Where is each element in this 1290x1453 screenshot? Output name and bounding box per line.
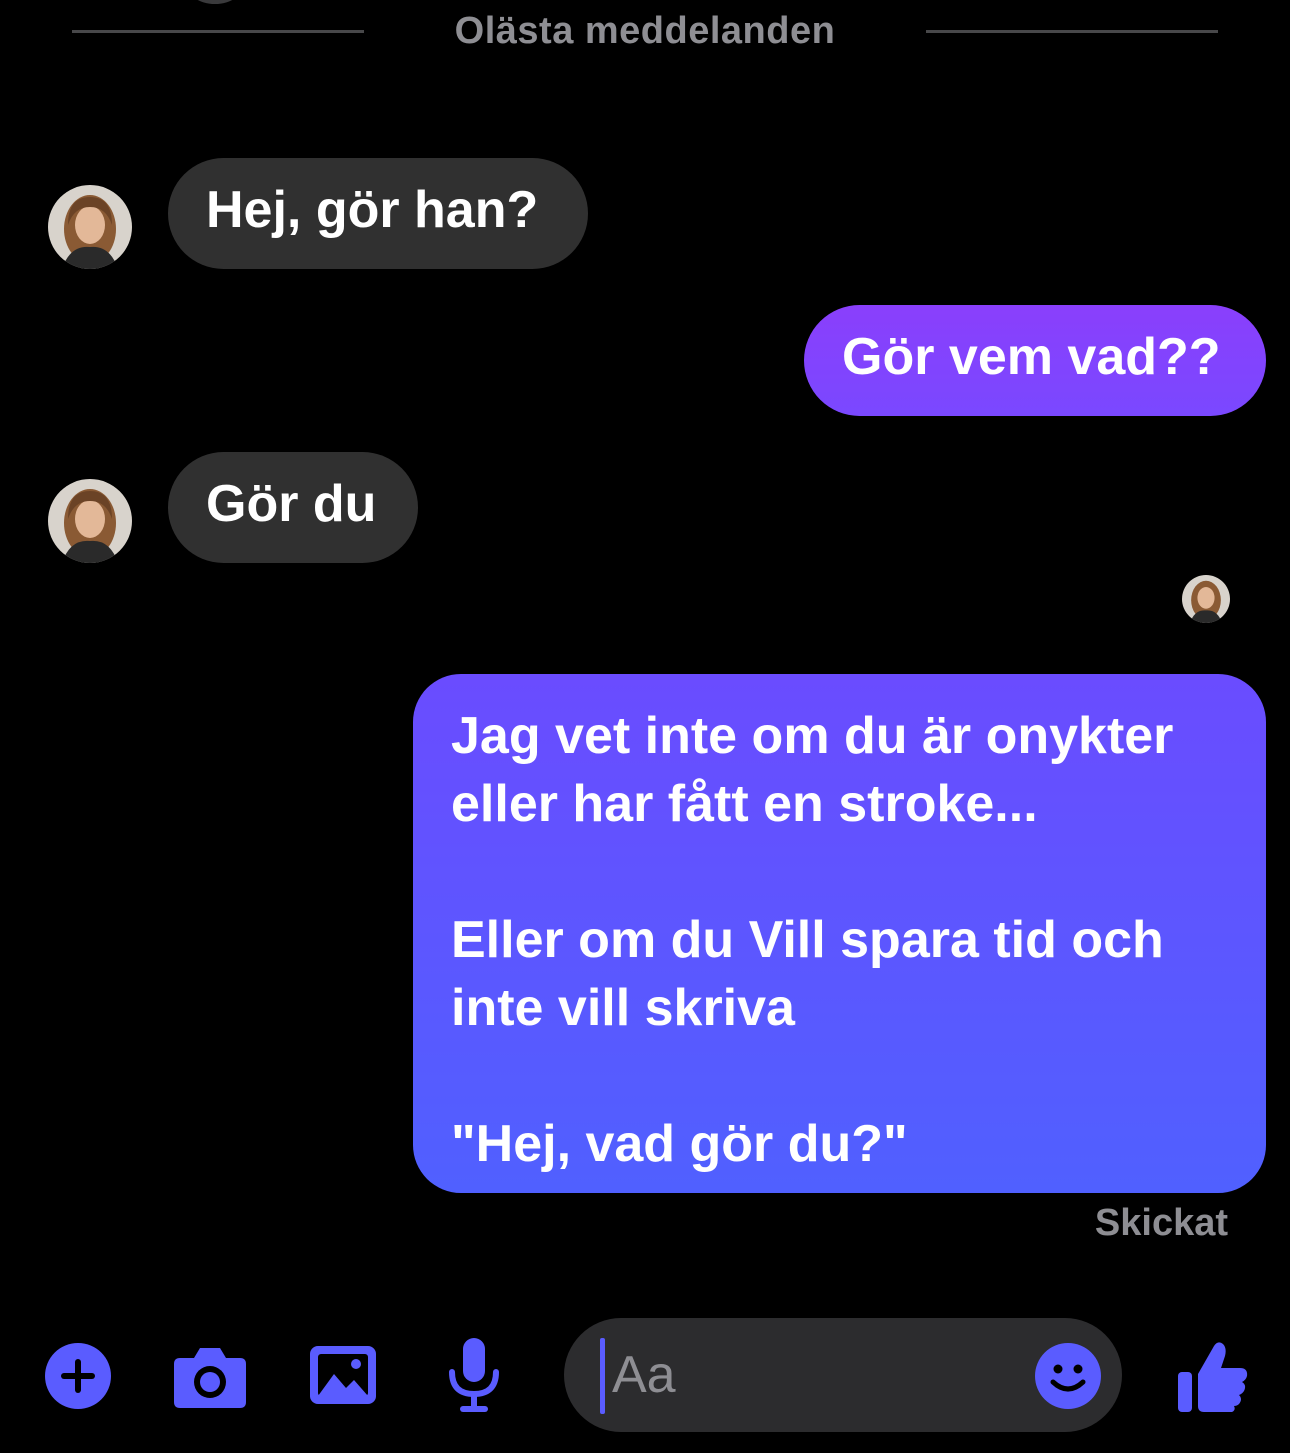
message-input[interactable] xyxy=(608,1336,1036,1414)
emoji-icon[interactable] xyxy=(1034,1342,1102,1410)
message-bubble-outgoing[interactable]: Gör vem vad?? xyxy=(804,305,1266,416)
divider-line-right xyxy=(926,29,1218,33)
sent-status: Skickat xyxy=(1094,1202,1228,1244)
message-bubble-incoming[interactable]: Hej, gör han? xyxy=(168,158,588,269)
camera-icon[interactable] xyxy=(172,1342,248,1410)
message-input-container[interactable] xyxy=(564,1318,1122,1432)
plus-icon[interactable] xyxy=(44,1342,112,1410)
message-composer xyxy=(0,1312,1290,1442)
contact-avatar[interactable] xyxy=(48,479,132,563)
unread-divider-label: Olästa meddelanden xyxy=(454,9,836,52)
contact-avatar[interactable] xyxy=(48,185,132,269)
message-bubble-outgoing[interactable]: Jag vet inte om du är onykter eller har … xyxy=(413,674,1266,1193)
message-bubble-incoming[interactable]: Gör du xyxy=(168,452,418,563)
text-cursor xyxy=(600,1338,605,1414)
divider-line-left xyxy=(72,29,364,33)
unread-divider: Olästa meddelanden xyxy=(72,0,1218,62)
microphone-icon[interactable] xyxy=(446,1336,502,1416)
read-receipt-avatar xyxy=(1182,575,1230,623)
image-icon[interactable] xyxy=(308,1344,378,1406)
thumbs-up-icon[interactable] xyxy=(1176,1338,1250,1414)
